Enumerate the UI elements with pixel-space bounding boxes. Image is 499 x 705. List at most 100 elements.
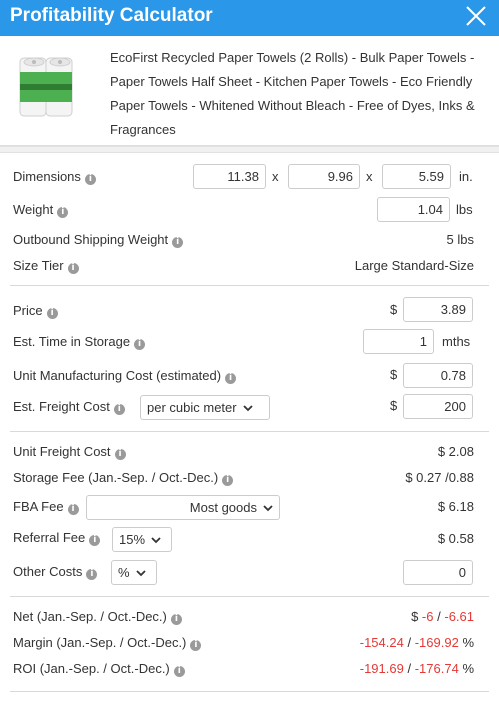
- outbound-weight-value: 5 lbs: [446, 232, 474, 247]
- freight-mode-value: per cubic meter: [147, 400, 237, 415]
- info-icon[interactable]: i: [67, 263, 79, 274]
- roi-separator: /: [407, 661, 412, 676]
- calculator-header: Profitability Calculator: [0, 0, 499, 36]
- chevron-down-icon: [151, 537, 161, 544]
- weight-unit: lbs: [456, 202, 473, 217]
- weight-row: Weight i: [13, 201, 69, 219]
- info-icon[interactable]: i: [134, 339, 146, 350]
- fba-category-value: Most goods: [189, 500, 257, 515]
- dimensions-label: Dimensions: [13, 169, 81, 184]
- storage-time-unit: mths: [442, 334, 471, 349]
- net-row: Net (Jan.-Sep. / Oct.-Dec.) i: [13, 608, 182, 626]
- margin-row: Margin (Jan.-Sep. / Oct.-Dec.) i: [13, 634, 202, 652]
- paper-towels-product-image: [19, 57, 73, 117]
- outbound-weight-row: Outbound Shipping Weight i: [13, 231, 184, 249]
- info-icon[interactable]: i: [172, 237, 184, 248]
- info-icon[interactable]: i: [113, 404, 125, 415]
- net-separator: /: [437, 609, 441, 624]
- margin-suffix: %: [462, 635, 474, 650]
- dimension-unit: in.: [459, 169, 473, 184]
- roi-suffix: %: [462, 661, 474, 676]
- info-icon[interactable]: i: [190, 640, 202, 651]
- net-value: $ -6 / -6.61: [411, 608, 474, 626]
- unit-freight-label: Unit Freight Cost: [13, 444, 111, 459]
- freight-cost-row: Est. Freight Cost i: [13, 398, 125, 416]
- margin-separator: /: [407, 635, 412, 650]
- fba-fee-value: $ 6.18: [437, 499, 474, 514]
- length-input[interactable]: [193, 164, 266, 189]
- manufacturing-cost-label: Unit Manufacturing Cost (estimated): [13, 368, 222, 383]
- other-costs-unit-value: %: [118, 565, 130, 580]
- unit-freight-row: Unit Freight Cost i: [13, 443, 126, 461]
- width-input[interactable]: [288, 164, 360, 189]
- info-icon[interactable]: i: [170, 614, 182, 625]
- size-tier-value: Large Standard-Size: [354, 258, 474, 273]
- info-icon[interactable]: i: [173, 666, 185, 677]
- net-label: Net (Jan.-Sep. / Oct.-Dec.): [13, 609, 167, 624]
- price-currency: $: [390, 302, 398, 317]
- roi-row: ROI (Jan.-Sep. / Oct.-Dec.) i: [13, 660, 185, 678]
- referral-fee-row: Referral Fee i: [13, 529, 101, 547]
- fba-fee-label: FBA Fee: [13, 499, 64, 514]
- other-costs-row: Other Costs i: [13, 563, 98, 581]
- freight-currency: $: [390, 398, 398, 413]
- x-separator: x: [366, 169, 373, 184]
- storage-time-input[interactable]: [363, 329, 434, 354]
- weight-input[interactable]: [377, 197, 450, 222]
- storage-fee-value: $ 0.27 /0.88: [405, 470, 474, 485]
- info-icon[interactable]: i: [222, 475, 234, 486]
- net-jan-sep: -6: [421, 609, 434, 624]
- info-icon[interactable]: i: [225, 373, 237, 384]
- info-icon[interactable]: i: [84, 174, 96, 185]
- referral-rate-select[interactable]: 15%: [112, 527, 172, 552]
- price-row: Price i: [13, 302, 58, 320]
- weight-label: Weight: [13, 202, 54, 217]
- info-icon[interactable]: i: [46, 308, 58, 319]
- referral-fee-value: $ 0.58: [437, 531, 474, 546]
- height-input[interactable]: [382, 164, 451, 189]
- freight-cost-input[interactable]: [403, 394, 473, 419]
- freight-cost-label: Est. Freight Cost: [13, 399, 110, 414]
- other-costs-input[interactable]: [403, 560, 473, 585]
- price-input[interactable]: [403, 297, 473, 322]
- storage-time-label: Est. Time in Storage: [13, 334, 131, 349]
- storage-time-row: Est. Time in Storage i: [13, 333, 146, 351]
- margin-jan-sep: -154.24: [359, 635, 404, 650]
- close-icon[interactable]: [463, 3, 489, 29]
- calculator-title: Profitability Calculator: [10, 5, 213, 26]
- manufacturing-cost-input[interactable]: [403, 363, 473, 388]
- margin-value: -154.24 / -169.92 %: [360, 634, 474, 652]
- info-icon[interactable]: i: [86, 569, 98, 580]
- referral-fee-label: Referral Fee: [13, 530, 86, 545]
- margin-oct-dec: -169.92: [414, 635, 459, 650]
- roi-value: -191.69 / -176.74 %: [360, 660, 474, 678]
- size-tier-label: Size Tier: [13, 258, 64, 273]
- x-separator: x: [272, 169, 279, 184]
- info-icon[interactable]: i: [57, 207, 69, 218]
- net-oct-dec: -6.61: [444, 609, 474, 624]
- product-description[interactable]: EcoFirst Recycled Paper Towels (2 Rolls)…: [110, 46, 488, 142]
- freight-mode-select[interactable]: per cubic meter: [140, 395, 270, 420]
- size-tier-row: Size Tier i: [13, 257, 79, 275]
- outbound-weight-label: Outbound Shipping Weight: [13, 232, 169, 247]
- net-prefix: $: [411, 609, 419, 624]
- info-icon[interactable]: i: [67, 504, 79, 515]
- other-costs-unit-select[interactable]: %: [111, 560, 157, 585]
- margin-label: Margin (Jan.-Sep. / Oct.-Dec.): [13, 635, 187, 650]
- storage-fee-row: Storage Fee (Jan.-Sep. / Oct.-Dec.) i: [13, 469, 234, 487]
- other-costs-label: Other Costs: [13, 564, 83, 579]
- roi-label: ROI (Jan.-Sep. / Oct.-Dec.): [13, 661, 170, 676]
- referral-rate-value: 15%: [119, 532, 146, 547]
- chevron-down-icon: [263, 505, 273, 512]
- manufacturing-cost-row: Unit Manufacturing Cost (estimated) i: [13, 367, 237, 385]
- fba-category-select[interactable]: Most goods: [86, 495, 280, 520]
- calculator-body: Dimensionsi x x in. Weighti lbs Outbound…: [0, 155, 499, 705]
- product-summary: EcoFirst Recycled Paper Towels (2 Rolls)…: [0, 36, 499, 146]
- section-separator: [0, 146, 499, 153]
- unit-freight-value: $ 2.08: [437, 444, 474, 459]
- info-icon[interactable]: i: [114, 449, 126, 460]
- manufacturing-currency: $: [390, 367, 398, 382]
- chevron-down-icon: [135, 570, 146, 577]
- info-icon[interactable]: i: [89, 535, 101, 546]
- divider: [10, 691, 489, 692]
